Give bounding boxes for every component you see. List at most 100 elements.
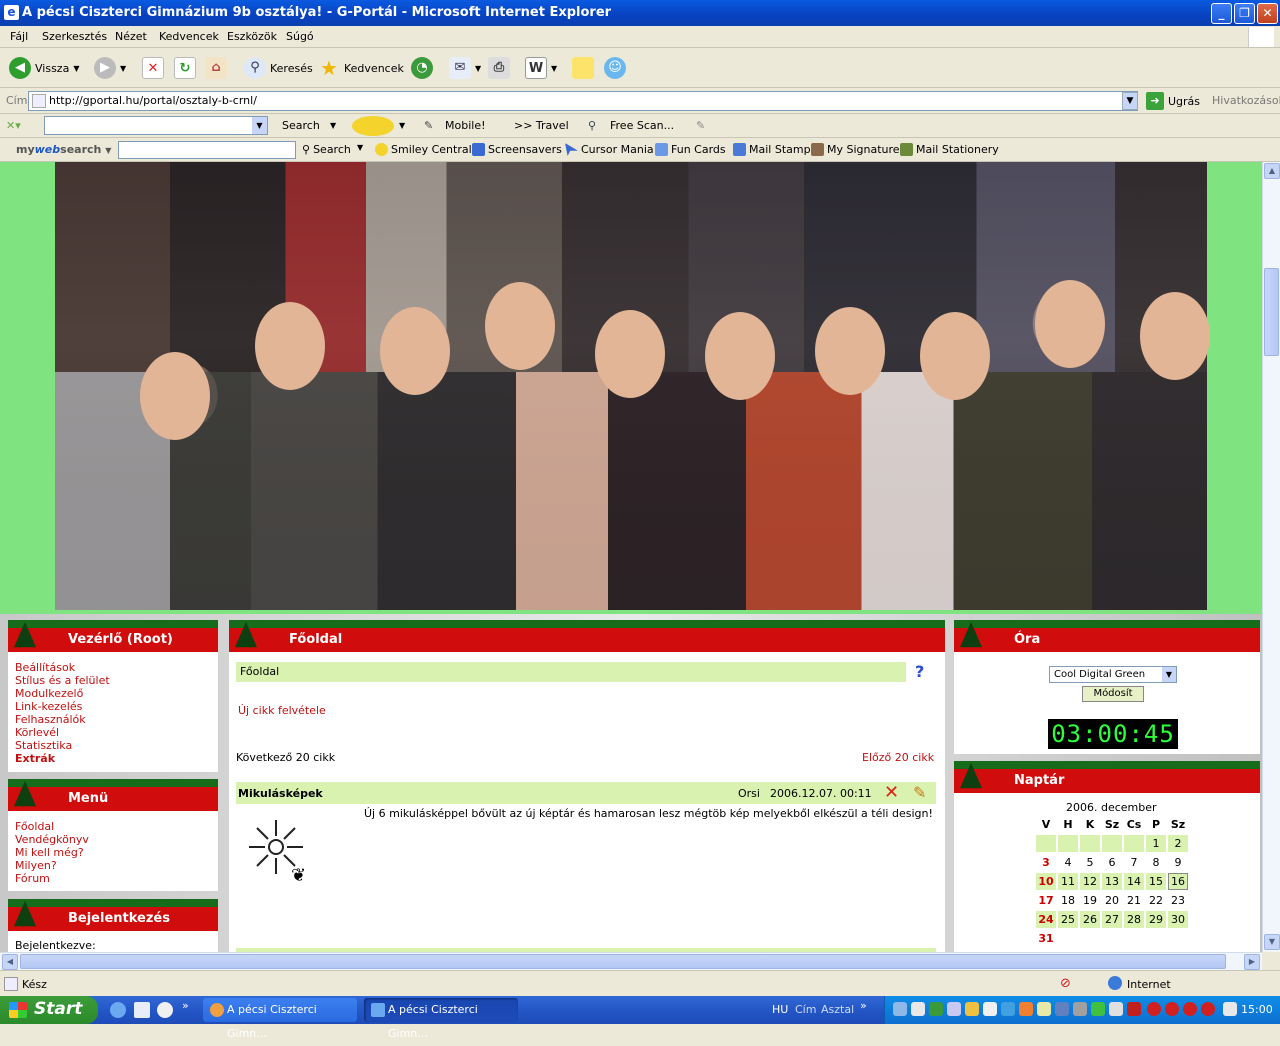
nav-home[interactable]: Főoldal — [15, 820, 54, 833]
task-window-2[interactable]: A pécsi Ciszterci Gimn... — [364, 998, 518, 1040]
horizontal-scroll-thumb[interactable] — [20, 954, 1226, 969]
mywebsearch-input[interactable] — [118, 141, 296, 159]
messenger-button[interactable]: ☺ — [604, 56, 626, 80]
mail-stamp-button[interactable]: Mail Stamp — [733, 143, 811, 156]
tray-icon[interactable] — [1019, 1002, 1033, 1016]
fun-cards-button[interactable]: Fun Cards — [655, 143, 726, 156]
scroll-down-icon[interactable]: ▼ — [1264, 934, 1280, 950]
tray-icon[interactable] — [1201, 1002, 1215, 1016]
links-label[interactable]: Hivatkozások — [1212, 94, 1280, 107]
tray-icon[interactable] — [1147, 1002, 1161, 1016]
clock-apply-button[interactable]: Módosít — [1082, 686, 1144, 702]
home-button[interactable]: ⌂ — [205, 56, 227, 80]
my-signature-button[interactable]: My Signature — [811, 143, 900, 156]
go-button[interactable]: ➜ Ugrás — [1146, 92, 1200, 110]
travel-button[interactable]: >> Travel — [514, 119, 569, 132]
smiley-central-button[interactable]: Smiley Central — [375, 143, 472, 156]
clock-time[interactable]: 15:00 — [1241, 1003, 1273, 1016]
address-input[interactable]: http://gportal.hu/portal/osztaly-b-crnl/ — [28, 91, 1138, 111]
tray-icon[interactable] — [1165, 1002, 1179, 1016]
nav-howis[interactable]: Milyen? — [15, 859, 57, 872]
edit-button[interactable]: W ▼ — [525, 56, 557, 80]
link-statistics[interactable]: Statisztika — [15, 739, 72, 752]
tray-icon[interactable] — [893, 1002, 907, 1016]
mywebsearch-logo[interactable]: mywebsearch ▼ — [16, 143, 111, 156]
pencil-icon[interactable]: ✎ — [696, 119, 705, 132]
desktop-toolbar-label[interactable]: Asztal — [821, 1003, 854, 1016]
start-button[interactable]: Start — [0, 996, 98, 1024]
menu-tools[interactable]: Eszközök — [227, 30, 277, 43]
tray-icon[interactable] — [911, 1002, 925, 1016]
tray-icon[interactable] — [1109, 1002, 1123, 1016]
smiley-icon[interactable] — [352, 116, 394, 136]
vertical-scroll-thumb[interactable] — [1264, 268, 1279, 356]
forward-dropdown-icon[interactable]: ▼ — [120, 64, 126, 73]
nav-forum[interactable]: Fórum — [15, 872, 50, 885]
edit-dropdown-icon[interactable]: ▼ — [551, 64, 557, 73]
nav-guestbook[interactable]: Vendégkönyv — [15, 833, 89, 846]
toolbar-search-input[interactable]: ▼ — [44, 116, 268, 135]
link-modules[interactable]: Modulkezelő — [15, 687, 83, 700]
title-bar[interactable]: e A pécsi Ciszterci Gimnázium 9b osztály… — [0, 0, 1280, 26]
menu-edit[interactable]: Szerkesztés — [42, 30, 107, 43]
horizontal-scrollbar[interactable]: ◀ ▶ — [0, 952, 1262, 970]
article-title[interactable]: Mikulásképek — [238, 787, 323, 800]
popup-blocked-icon[interactable]: ⊘ — [1060, 976, 1071, 991]
quicklaunch-more-icon[interactable]: » — [182, 999, 189, 1012]
calendar-today[interactable]: 16 — [1168, 873, 1188, 890]
note-button[interactable] — [572, 56, 594, 80]
favorites-button[interactable]: ★ Kedvencek — [318, 56, 404, 80]
vertical-scrollbar[interactable]: ▲ ▼ — [1262, 162, 1280, 952]
tray-icon[interactable] — [983, 1002, 997, 1016]
menu-view[interactable]: Nézet — [115, 30, 147, 43]
address-dropdown-icon[interactable]: ▼ — [1122, 92, 1138, 110]
toolbar-logo-icon[interactable]: ✕▾ — [6, 119, 21, 132]
prev-articles-link[interactable]: Előző 20 cikk — [862, 751, 934, 764]
free-scan-button[interactable]: Free Scan... — [610, 119, 674, 132]
link-links[interactable]: Link-kezelés — [15, 700, 82, 713]
smiley-dropdown-icon[interactable]: ▼ — [399, 121, 405, 130]
link-extras[interactable]: Extrák — [15, 752, 55, 765]
tray-icon[interactable] — [1183, 1002, 1197, 1016]
stop-button[interactable]: ✕ — [142, 56, 164, 80]
delete-icon[interactable]: ✕ — [884, 782, 899, 803]
link-style[interactable]: Stílus és a felület — [15, 674, 110, 687]
link-users[interactable]: Felhasználók — [15, 713, 86, 726]
back-dropdown-icon[interactable]: ▼ — [73, 64, 79, 73]
scroll-up-icon[interactable]: ▲ — [1264, 163, 1280, 179]
toolbar-search-button[interactable]: Search — [282, 119, 320, 132]
mail-dropdown-icon[interactable]: ▼ — [475, 64, 481, 73]
quicklaunch-media-icon[interactable] — [157, 1002, 173, 1018]
scroll-right-icon[interactable]: ▶ — [1244, 954, 1260, 970]
tray-icon[interactable] — [1001, 1002, 1015, 1016]
search-button[interactable]: ⚲ Keresés — [244, 56, 313, 80]
forward-button[interactable]: ▶ ▼ — [94, 56, 126, 80]
next-articles-link[interactable]: Következő 20 cikk — [236, 751, 335, 764]
refresh-button[interactable]: ↻ — [174, 56, 196, 80]
mail-stationery-button[interactable]: Mail Stationery — [900, 143, 999, 156]
cursor-mania-button[interactable]: Cursor Mania — [565, 143, 654, 156]
volume-icon[interactable] — [1223, 1002, 1237, 1016]
ati-icon[interactable] — [1127, 1002, 1141, 1016]
tray-icon[interactable] — [929, 1002, 943, 1016]
tray-icon[interactable] — [1037, 1002, 1051, 1016]
print-button[interactable]: ⎙ — [488, 56, 510, 80]
link-settings[interactable]: Beállítások — [15, 661, 75, 674]
menu-help[interactable]: Súgó — [286, 30, 314, 43]
address-toolbar-label[interactable]: Cím — [795, 1003, 816, 1016]
menu-favorites[interactable]: Kedvencek — [159, 30, 219, 43]
mws-search-button[interactable]: ⚲ Search — [302, 143, 351, 156]
new-article-link[interactable]: Új cikk felvétele — [238, 704, 326, 717]
tray-icon[interactable] — [1055, 1002, 1069, 1016]
mobile-button[interactable]: Mobile! — [445, 119, 486, 132]
clock-style-select[interactable]: Cool Digital Green ▼ — [1049, 666, 1177, 683]
back-button[interactable]: ◀ Vissza ▼ — [9, 56, 79, 80]
search-dropdown-icon[interactable]: ▼ — [330, 121, 336, 130]
language-indicator[interactable]: HU — [772, 1003, 788, 1016]
quicklaunch-ie-icon[interactable] — [110, 1002, 126, 1018]
tray-icon[interactable] — [947, 1002, 961, 1016]
nav-whatelse[interactable]: Mi kell még? — [15, 846, 84, 859]
screensavers-button[interactable]: Screensavers — [472, 143, 562, 156]
link-newsletter[interactable]: Körlevél — [15, 726, 59, 739]
task-window-1[interactable]: A pécsi Ciszterci Gimn... — [203, 998, 357, 1040]
